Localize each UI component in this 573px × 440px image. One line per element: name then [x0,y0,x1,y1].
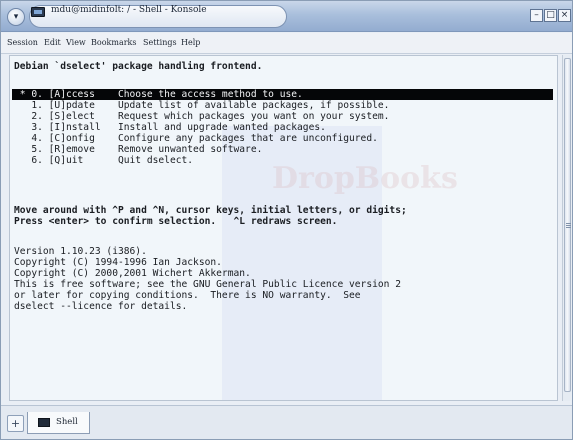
menu-bar: Session Edit View Bookmarks Settings Hel… [1,33,572,54]
terminal-output[interactable]: DropBooks Debian `dselect' package handl… [9,55,558,401]
tab-shell-label: Shell [56,417,78,427]
menu-bookmarks[interactable]: Bookmarks [91,38,137,47]
close-button[interactable]: × [558,9,571,22]
help-line: Move around with ^P and ^N, cursor keys,… [14,205,407,216]
info-line: dselect --licence for details. [14,301,188,312]
konsole-window: ▾ mdu@midinfolt: / - Shell - Konsole – □… [0,0,573,440]
menu-edit[interactable]: Edit [44,38,61,47]
scrollbar-thumb[interactable] [564,58,571,392]
menu-option-install[interactable]: 3. [I]nstall Install and upgrade wanted … [14,122,326,133]
terminal-icon [38,418,50,427]
watermark-text: DropBooks [272,161,458,196]
menu-help[interactable]: Help [181,38,200,47]
tab-shell[interactable]: Shell [27,412,90,434]
info-line: Copyright (C) 2000,2001 Wichert Akkerman… [14,268,251,279]
window-title: mdu@midinfolt: / - Shell - Konsole [51,5,207,15]
menu-view[interactable]: View [66,38,86,47]
grip-line [566,227,571,228]
grip-line [566,223,571,224]
menu-settings[interactable]: Settings [143,38,177,47]
maximize-button[interactable]: □ [544,9,557,22]
help-line: Press <enter> to confirm selection. ^L r… [14,216,338,227]
terminal-header: Debian `dselect' package handling fronte… [14,61,263,72]
menu-option-access[interactable]: * 0. [A]ccess Choose the access method t… [14,89,303,100]
menu-session[interactable]: Session [7,38,38,47]
info-line: This is free software; see the GNU Gener… [14,279,401,290]
menu-option-select[interactable]: 2. [S]elect Request which packages you w… [14,111,389,122]
title-bar[interactable]: ▾ mdu@midinfolt: / - Shell - Konsole – □… [1,1,572,32]
terminal-icon [31,7,45,17]
session-tab-bar: + Shell [1,405,572,439]
minimize-button[interactable]: – [530,9,543,22]
vertical-scrollbar[interactable] [562,55,571,401]
info-line: Copyright (C) 1994-1996 Ian Jackson. [14,257,222,268]
info-line: or later for copying conditions. There i… [14,290,361,301]
info-line: Version 1.10.23 (i386). [14,246,147,257]
grip-line [566,225,571,226]
window-menu-button[interactable]: ▾ [7,8,25,26]
menu-option-update[interactable]: 1. [U]pdate Update list of available pac… [14,100,389,111]
new-session-button[interactable]: + [7,415,24,432]
menu-option-remove[interactable]: 5. [R]emove Remove unwanted software. [14,144,262,155]
menu-option-quit[interactable]: 6. [Q]uit Quit dselect. [14,155,193,166]
menu-option-config[interactable]: 4. [C]onfig Configure any packages that … [14,133,378,144]
